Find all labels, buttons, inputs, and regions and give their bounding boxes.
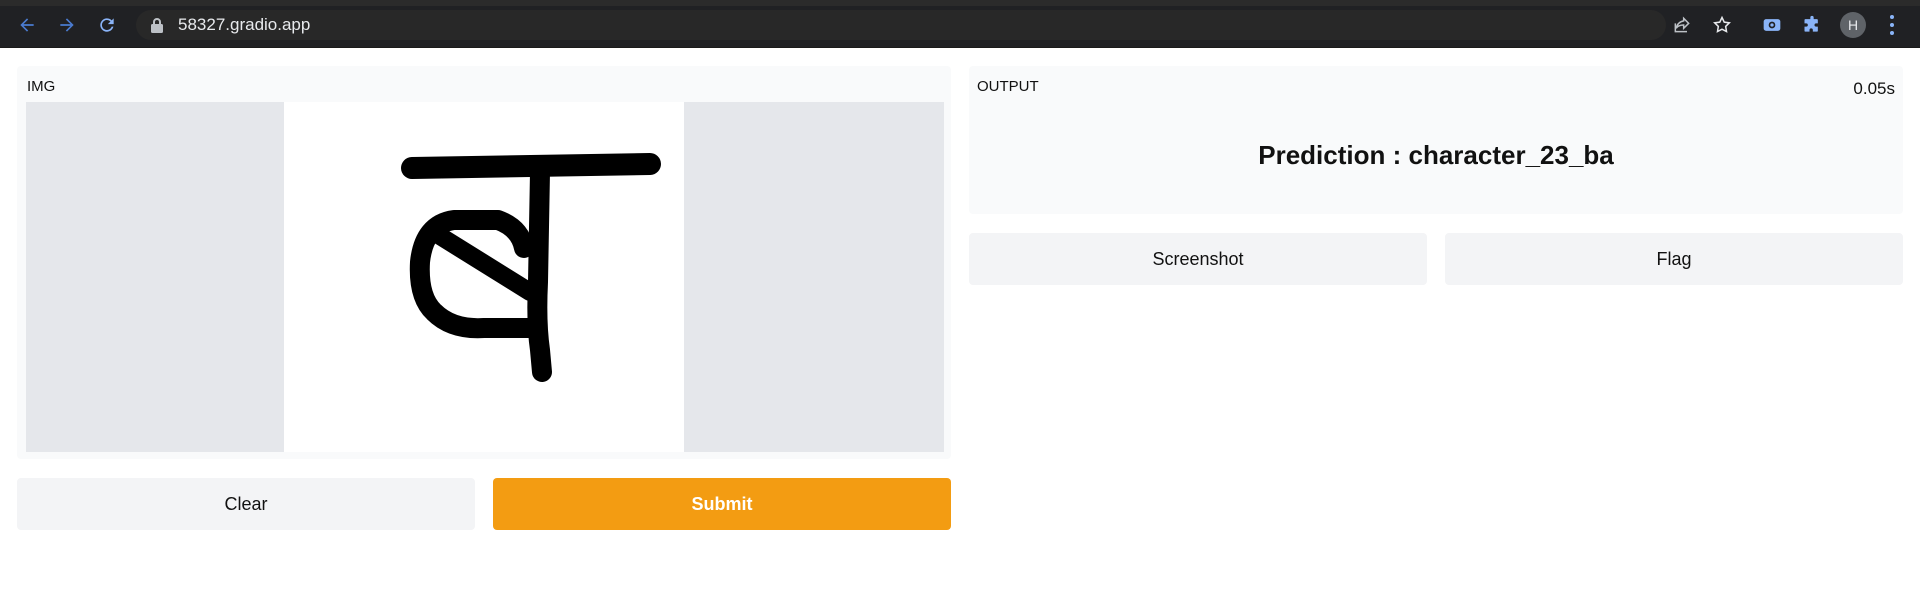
- forward-arrow-icon[interactable]: [54, 12, 80, 38]
- screenshot-button[interactable]: Screenshot: [969, 233, 1427, 285]
- profile-avatar[interactable]: H: [1840, 12, 1866, 38]
- extension-screen-icon[interactable]: [1760, 13, 1784, 37]
- address-bar[interactable]: 58327.gradio.app: [136, 10, 1666, 40]
- lock-icon: [151, 18, 163, 33]
- output-panel: OUTPUT 0.05s Prediction : character_23_b…: [969, 66, 1903, 214]
- url-text[interactable]: 58327.gradio.app: [178, 15, 310, 35]
- puzzle-icon[interactable]: [1800, 13, 1824, 37]
- handwritten-character-drawing: [401, 153, 661, 382]
- output-label: OUTPUT: [977, 78, 1039, 95]
- back-arrow-icon[interactable]: [14, 12, 40, 38]
- sketch-canvas[interactable]: [284, 102, 684, 452]
- img-label: IMG: [27, 78, 56, 95]
- profile-initial: H: [1847, 17, 1859, 33]
- prediction-text: Prediction : character_23_ba: [1258, 140, 1614, 170]
- clear-button[interactable]: Clear: [17, 478, 475, 530]
- submit-button[interactable]: Submit: [493, 478, 951, 530]
- image-input-panel: IMG: [17, 66, 951, 459]
- sketch-canvas-area[interactable]: [26, 102, 944, 452]
- browser-toolbar: 58327.gradio.app H: [0, 0, 1920, 48]
- tab-strip: [0, 0, 1920, 6]
- reload-icon[interactable]: [94, 12, 120, 38]
- share-icon[interactable]: [1670, 13, 1694, 37]
- inference-timer: 0.05s: [1853, 79, 1895, 98]
- flag-button[interactable]: Flag: [1445, 233, 1903, 285]
- more-vert-icon[interactable]: [1882, 13, 1902, 37]
- star-icon[interactable]: [1710, 13, 1734, 37]
